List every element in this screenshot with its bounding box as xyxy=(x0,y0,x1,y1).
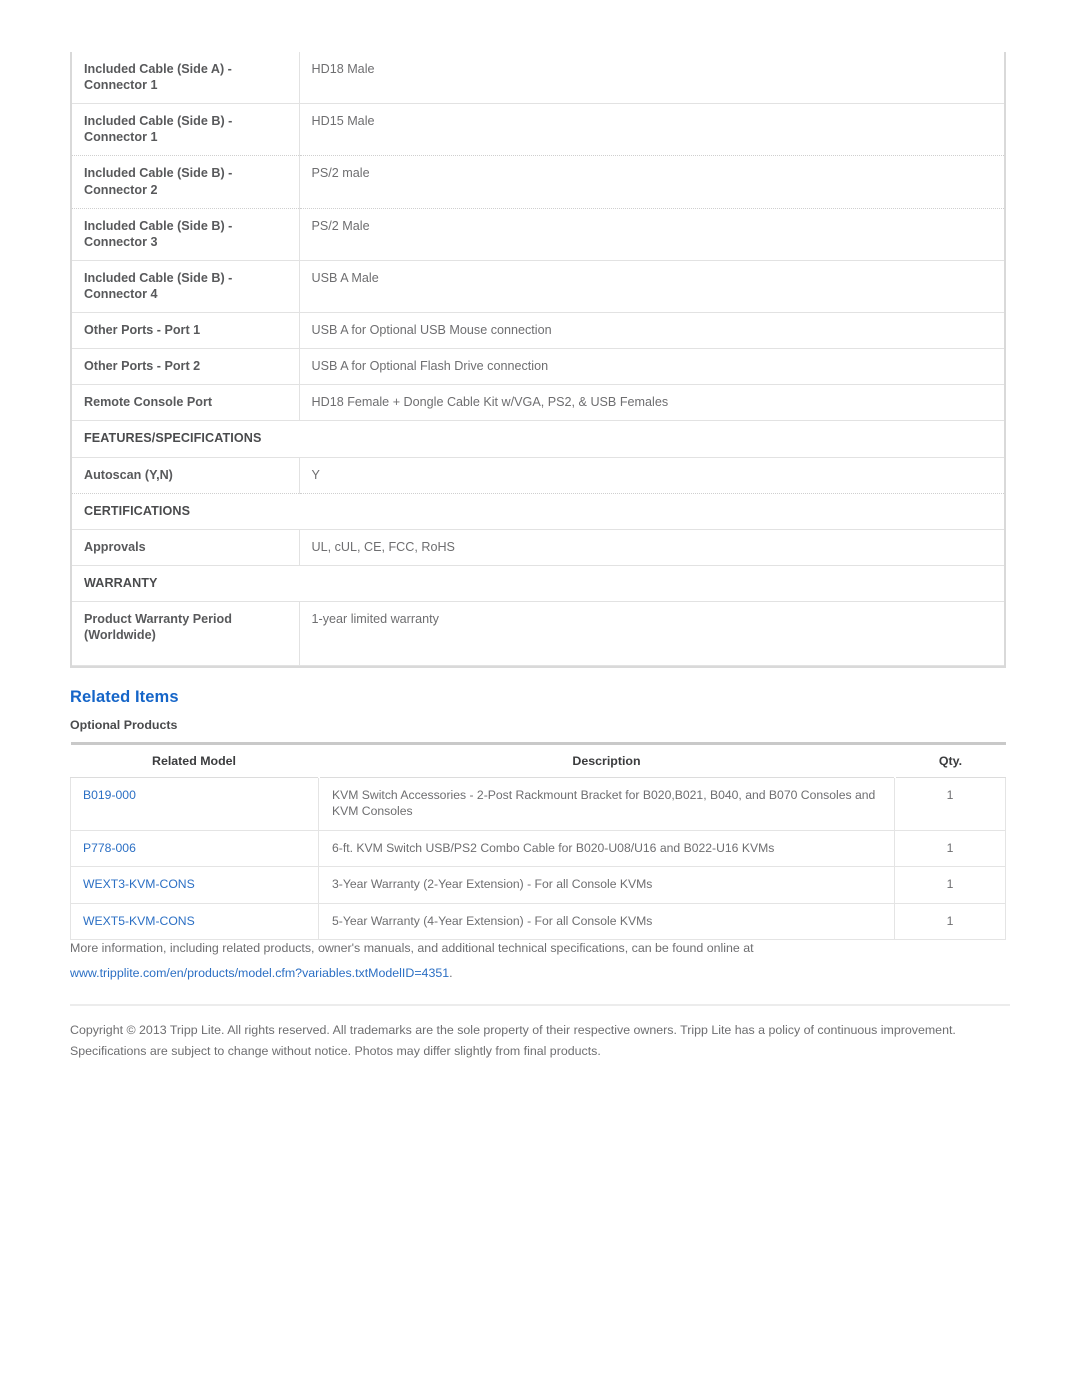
spec-label: Product Warranty Period (Worldwide) xyxy=(72,601,300,667)
spec-value: PS/2 Male xyxy=(299,208,1004,261)
spec-label: Other Ports - Port 1 xyxy=(72,312,300,350)
column-header-related-model: Related Model xyxy=(70,742,320,778)
spec-label: Included Cable (Side B) - Connector 1 xyxy=(72,103,300,157)
spec-row: Other Ports - Port 2 USB A for Optional F… xyxy=(72,348,1004,386)
table-row: B019-000 KVM Switch Accessories - 2-Post … xyxy=(70,777,1006,831)
related-description-cell: 5-Year Warranty (4-Year Extension) - For… xyxy=(318,903,895,941)
related-model-link[interactable]: B019-000 xyxy=(83,788,136,802)
spec-label: Included Cable (Side B) - Connector 4 xyxy=(72,260,300,314)
spec-section-row: CERTIFICATIONS xyxy=(72,493,1004,530)
spec-value: 1-year limited warranty xyxy=(299,601,1004,667)
more-information-block: More information, including related prod… xyxy=(70,942,1010,980)
spec-value: PS/2 male xyxy=(299,155,1004,209)
related-model-cell: P778-006 xyxy=(70,830,319,868)
spec-value: Y xyxy=(299,457,1004,494)
column-header-description: Description xyxy=(318,742,896,778)
spec-label: Remote Console Port xyxy=(72,384,300,422)
footer-divider xyxy=(70,1004,1010,1006)
spec-label: Included Cable (Side B) - Connector 2 xyxy=(72,155,300,209)
related-model-link[interactable]: P778-006 xyxy=(83,841,136,855)
specifications-table: Included Cable (Side A) - Connector 1 HD1… xyxy=(72,52,1004,667)
related-description-cell: KVM Switch Accessories - 2-Post Rackmoun… xyxy=(318,777,895,831)
spec-section-title: CERTIFICATIONS xyxy=(72,493,1004,530)
related-items-heading: Related Items xyxy=(70,688,179,706)
spec-section-row: FEATURES/SPECIFICATIONS xyxy=(72,420,1004,458)
spec-value: USB A for Optional Flash Drive connectio… xyxy=(299,348,1004,386)
more-information-text: More information, including related prod… xyxy=(70,941,754,955)
url-period: . xyxy=(449,966,453,981)
related-items-table-container: Related Model Description Qty. B019-000 K… xyxy=(70,742,1006,941)
related-items-table-body: B019-000 KVM Switch Accessories - 2-Post … xyxy=(70,777,1006,941)
related-items-table: Related Model Description Qty. B019-000 K… xyxy=(70,742,1006,941)
spec-row: Remote Console Port HD18 Female + Dongle … xyxy=(72,384,1004,422)
spec-value: USB A for Optional USB Mouse connection xyxy=(299,312,1004,350)
spec-section-row: WARRANTY xyxy=(72,565,1004,602)
related-description-cell: 6-ft. KVM Switch USB/PS2 Combo Cable for… xyxy=(318,830,895,868)
spec-value: HD18 Female + Dongle Cable Kit w/VGA, PS… xyxy=(299,384,1004,422)
spec-row: Product Warranty Period (Worldwide) 1-yea… xyxy=(72,601,1004,667)
spec-value: UL, cUL, CE, FCC, RoHS xyxy=(299,529,1004,566)
spec-label: Included Cable (Side A) - Connector 1 xyxy=(72,52,300,105)
spec-value: HD18 Male xyxy=(299,52,1004,105)
spec-label: Included Cable (Side B) - Connector 3 xyxy=(72,208,300,261)
datasheet-page: Included Cable (Side A) - Connector 1 HD1… xyxy=(0,0,1080,1397)
spec-row: Included Cable (Side A) - Connector 1 HD1… xyxy=(72,52,1004,105)
spec-value: USB A Male xyxy=(299,260,1004,314)
related-description-cell: 3-Year Warranty (2-Year Extension) - For… xyxy=(318,866,895,904)
related-qty-cell: 1 xyxy=(894,777,1006,831)
optional-products-subheading: Optional Products xyxy=(70,718,178,732)
spec-row: Included Cable (Side B) - Connector 3 PS/… xyxy=(72,208,1004,261)
related-model-cell: B019-000 xyxy=(70,777,319,831)
related-qty-cell: 1 xyxy=(894,830,1006,868)
spec-label: Approvals xyxy=(72,529,300,566)
copyright-text: Copyright © 2013 Tripp Lite. All rights … xyxy=(70,1023,956,1059)
spec-row: Other Ports - Port 1 USB A for Optional U… xyxy=(72,312,1004,350)
spec-row: Included Cable (Side B) - Connector 4 USB… xyxy=(72,260,1004,314)
spec-value: HD15 Male xyxy=(299,103,1004,157)
related-qty-cell: 1 xyxy=(894,903,1006,941)
specifications-table-container: Included Cable (Side A) - Connector 1 HD1… xyxy=(70,52,1006,669)
related-model-link[interactable]: WEXT3-KVM-CONS xyxy=(83,877,195,891)
table-row: WEXT5-KVM-CONS 5-Year Warranty (4-Year Ex… xyxy=(70,903,1006,941)
related-model-cell: WEXT5-KVM-CONS xyxy=(70,903,319,941)
related-items-table-head: Related Model Description Qty. xyxy=(70,742,1006,778)
spec-section-title: WARRANTY xyxy=(72,565,1004,602)
table-row: WEXT3-KVM-CONS 3-Year Warranty (2-Year Ex… xyxy=(70,866,1006,904)
spec-row: Included Cable (Side B) - Connector 2 PS/… xyxy=(72,155,1004,209)
table-header-row: Related Model Description Qty. xyxy=(70,742,1006,778)
spec-label: Autoscan (Y,N) xyxy=(72,457,300,494)
related-qty-cell: 1 xyxy=(894,866,1006,904)
product-page-link[interactable]: www.tripplite.com/en/products/model.cfm?… xyxy=(70,966,449,980)
spec-label: Other Ports - Port 2 xyxy=(72,348,300,386)
spec-row: Included Cable (Side B) - Connector 1 HD1… xyxy=(72,103,1004,157)
related-model-cell: WEXT3-KVM-CONS xyxy=(70,866,319,904)
column-header-qty: Qty. xyxy=(894,742,1006,778)
product-url-line: www.tripplite.com/en/products/model.cfm?… xyxy=(70,967,1010,979)
spec-section-title: FEATURES/SPECIFICATIONS xyxy=(72,420,1004,458)
related-model-link[interactable]: WEXT5-KVM-CONS xyxy=(83,914,195,928)
table-row: P778-006 6-ft. KVM Switch USB/PS2 Combo C… xyxy=(70,830,1006,868)
spec-row: Autoscan (Y,N) Y xyxy=(72,457,1004,494)
spec-row: Approvals UL, cUL, CE, FCC, RoHS xyxy=(72,529,1004,566)
